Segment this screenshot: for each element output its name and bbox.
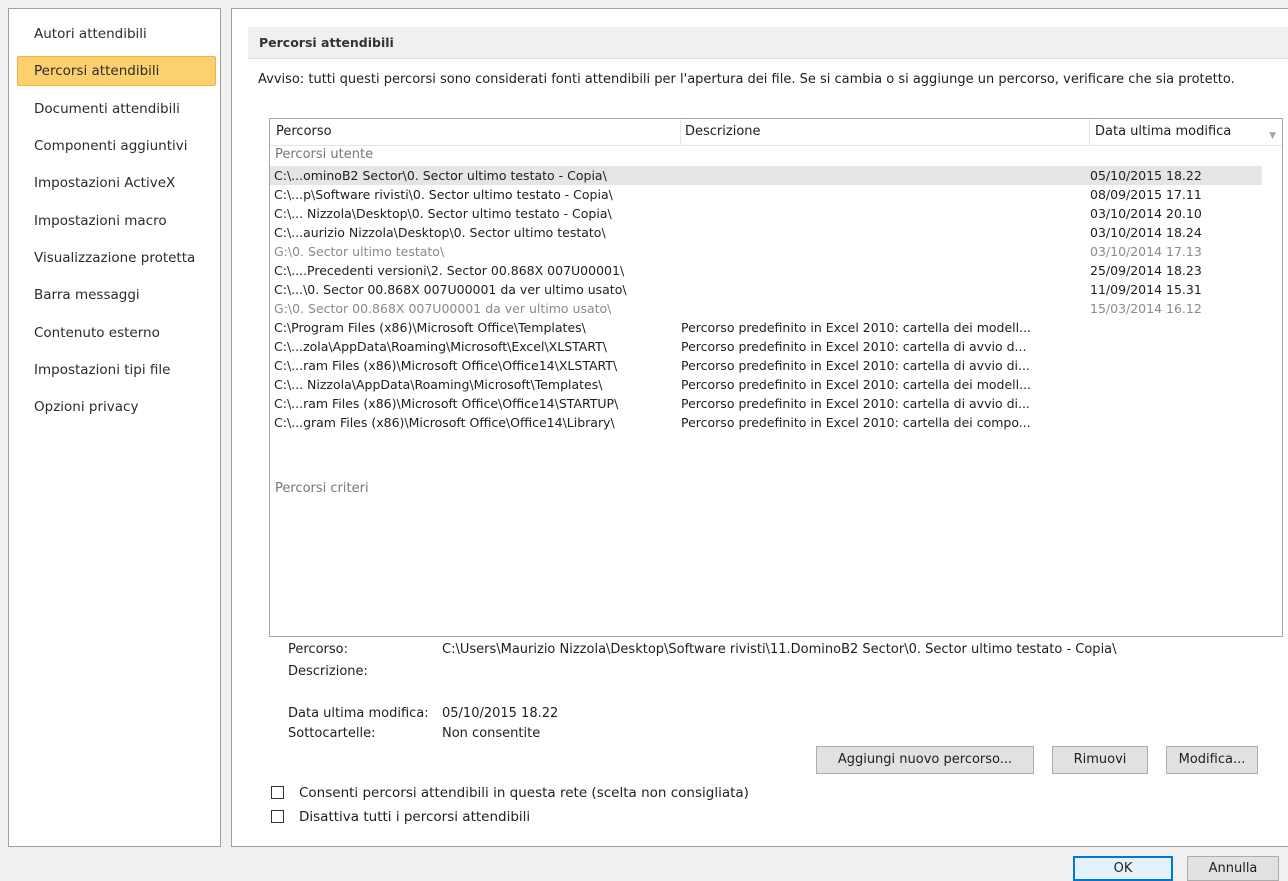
row-date: 03/10/2014 18.24	[1090, 225, 1202, 240]
sidebar-item[interactable]: Visualizzazione protetta	[17, 243, 216, 273]
sidebar-item[interactable]: Opzioni privacy	[17, 392, 216, 422]
warning-text: Avviso: tutti questi percorsi sono consi…	[258, 72, 1235, 87]
row-date: 15/03/2014 16.12	[1090, 301, 1202, 316]
row-date: 05/10/2015 18.22	[1090, 168, 1202, 183]
row-description: Percorso predefinito in Excel 2010: cart…	[681, 415, 1031, 430]
row-description: Percorso predefinito in Excel 2010: cart…	[681, 377, 1032, 392]
list-row[interactable]: C:\...zola\AppData\Roaming\Microsoft\Exc…	[270, 337, 1262, 356]
sort-arrow-icon: ▼	[1269, 131, 1276, 141]
disable-all-locations-label: Disattiva tutti i percorsi attendibili	[299, 809, 531, 825]
sidebar-item[interactable]: Autori attendibili	[17, 19, 216, 49]
row-path: G:\0. Sector ultimo testato\	[274, 244, 445, 259]
remove-button[interactable]: Rimuovi	[1052, 746, 1148, 774]
list-row[interactable]: C:\...ram Files (x86)\Microsoft Office\O…	[270, 394, 1262, 413]
detail-path-label: Percorso:	[288, 642, 348, 657]
modify-button[interactable]: Modifica...	[1166, 746, 1258, 774]
list-row[interactable]: G:\0. Sector ultimo testato\ 03/10/2014 1…	[270, 242, 1262, 261]
row-path: C:\...ominoB2 Sector\0. Sector ultimo te…	[274, 168, 607, 183]
row-path: C:\...aurizio Nizzola\Desktop\0. Sector …	[274, 225, 606, 240]
row-path: C:\...\0. Sector 00.868X 007U00001 da ve…	[274, 282, 627, 297]
row-date: 03/10/2014 20.10	[1090, 206, 1202, 221]
list-row[interactable]: C:\...aurizio Nizzola\Desktop\0. Sector …	[270, 223, 1262, 242]
sidebar-item[interactable]: Impostazioni tipi file	[17, 355, 216, 385]
row-date: 25/09/2014 18.23	[1090, 263, 1202, 278]
row-path: C:\Program Files (x86)\Microsoft Office\…	[274, 320, 586, 335]
row-path: C:\....Precedenti versioni\2. Sector 00.…	[274, 263, 625, 278]
trusted-locations-list[interactable]: Percorso Descrizione Data ultima modific…	[269, 118, 1283, 637]
sidebar-item[interactable]: Contenuto esterno	[17, 318, 216, 348]
list-row[interactable]: C:\....Precedenti versioni\2. Sector 00.…	[270, 261, 1262, 280]
sidebar: Autori attendibili Percorsi attendibili Do…	[8, 8, 221, 847]
list-row[interactable]: C:\...gram Files (x86)\Microsoft Office\…	[270, 413, 1262, 432]
sidebar-item-label: Visualizzazione protetta	[34, 250, 196, 266]
sidebar-item-label: Documenti attendibili	[34, 101, 180, 117]
row-path: C:\...gram Files (x86)\Microsoft Office\…	[274, 415, 615, 430]
row-path: C:\... Nizzola\Desktop\0. Sector ultimo …	[274, 206, 612, 221]
sidebar-item[interactable]: Impostazioni ActiveX	[17, 168, 216, 198]
sidebar-item[interactable]: Componenti aggiuntivi	[17, 131, 216, 161]
section-title: Percorsi attendibili	[248, 27, 1288, 59]
row-date: 11/09/2014 15.31	[1090, 282, 1202, 297]
column-header-path-label: Percorso	[276, 124, 332, 139]
sidebar-item-label: Percorsi attendibili	[34, 63, 160, 79]
row-description: Percorso predefinito in Excel 2010: cart…	[681, 358, 1030, 373]
list-row[interactable]: C:\... Nizzola\AppData\Roaming\Microsoft…	[270, 375, 1262, 394]
row-path: C:\...ram Files (x86)\Microsoft Office\O…	[274, 396, 619, 411]
sidebar-item-label: Barra messaggi	[34, 287, 140, 303]
group-label-policy: Percorsi criteri	[275, 481, 369, 496]
sidebar-item-label: Opzioni privacy	[34, 399, 139, 415]
column-header-description[interactable]: Descrizione	[681, 119, 1090, 145]
row-description: Percorso predefinito in Excel 2010: cart…	[681, 339, 1027, 354]
allow-network-locations-checkbox[interactable]	[271, 786, 284, 799]
detail-date-label: Data ultima modifica:	[288, 706, 429, 721]
row-path: C:\...ram Files (x86)\Microsoft Office\O…	[274, 358, 618, 373]
row-description: Percorso predefinito in Excel 2010: cart…	[681, 396, 1030, 411]
row-description: Percorso predefinito in Excel 2010: cart…	[681, 320, 1032, 335]
sidebar-item[interactable]: Documenti attendibili	[17, 94, 216, 124]
sidebar-item-label: Impostazioni macro	[34, 213, 167, 229]
detail-path-value: C:\Users\Maurizio Nizzola\Desktop\Softwa…	[442, 642, 1117, 657]
column-header-date[interactable]: Data ultima modifica ▼	[1090, 119, 1282, 145]
cancel-button[interactable]: Annulla	[1187, 856, 1279, 881]
list-row[interactable]: C:\...\0. Sector 00.868X 007U00001 da ve…	[270, 280, 1262, 299]
list-row[interactable]: C:\...ram Files (x86)\Microsoft Office\O…	[270, 356, 1262, 375]
column-header-date-label: Data ultima modifica	[1095, 124, 1232, 139]
row-date: 08/09/2015 17.11	[1090, 187, 1202, 202]
allow-network-locations-label: Consenti percorsi attendibili in questa …	[299, 785, 749, 801]
sidebar-item[interactable]: Impostazioni macro	[17, 206, 216, 236]
row-date: 03/10/2014 17.13	[1090, 244, 1202, 259]
disable-all-locations-checkbox[interactable]	[271, 810, 284, 823]
row-path: C:\... Nizzola\AppData\Roaming\Microsoft…	[274, 377, 603, 392]
row-path: C:\...p\Software rivisti\0. Sector ultim…	[274, 187, 613, 202]
detail-date-value: 05/10/2015 18.22	[442, 706, 559, 721]
detail-description-label: Descrizione:	[288, 664, 368, 679]
column-header-description-label: Descrizione	[685, 124, 761, 139]
sidebar-item-label: Autori attendibili	[34, 26, 147, 42]
ok-button[interactable]: OK	[1073, 856, 1173, 881]
sidebar-item[interactable]: Percorsi attendibili	[17, 56, 216, 86]
list-row[interactable]: C:\...ominoB2 Sector\0. Sector ultimo te…	[270, 166, 1262, 185]
list-row[interactable]: G:\0. Sector 00.868X 007U00001 da ver ul…	[270, 299, 1262, 318]
sidebar-item-label: Componenti aggiuntivi	[34, 138, 188, 154]
main-panel: Percorsi attendibili Avviso: tutti quest…	[231, 8, 1288, 847]
detail-subfolders-label: Sottocartelle:	[288, 726, 376, 741]
list-row[interactable]: C:\Program Files (x86)\Microsoft Office\…	[270, 318, 1262, 337]
detail-subfolders-value: Non consentite	[442, 726, 541, 741]
row-path: C:\...zola\AppData\Roaming\Microsoft\Exc…	[274, 339, 607, 354]
sidebar-item-label: Impostazioni ActiveX	[34, 175, 176, 191]
column-header-path[interactable]: Percorso	[270, 119, 681, 145]
list-row[interactable]: C:\...p\Software rivisti\0. Sector ultim…	[270, 185, 1262, 204]
sidebar-item-label: Contenuto esterno	[34, 325, 160, 341]
list-header: Percorso Descrizione Data ultima modific…	[270, 119, 1282, 146]
row-path: G:\0. Sector 00.868X 007U00001 da ver ul…	[274, 301, 612, 316]
group-label-user: Percorsi utente	[275, 147, 374, 162]
add-location-button[interactable]: Aggiungi nuovo percorso...	[816, 746, 1034, 774]
sidebar-item-label: Impostazioni tipi file	[34, 362, 171, 378]
sidebar-item[interactable]: Barra messaggi	[17, 280, 216, 310]
list-row[interactable]: C:\... Nizzola\Desktop\0. Sector ultimo …	[270, 204, 1262, 223]
